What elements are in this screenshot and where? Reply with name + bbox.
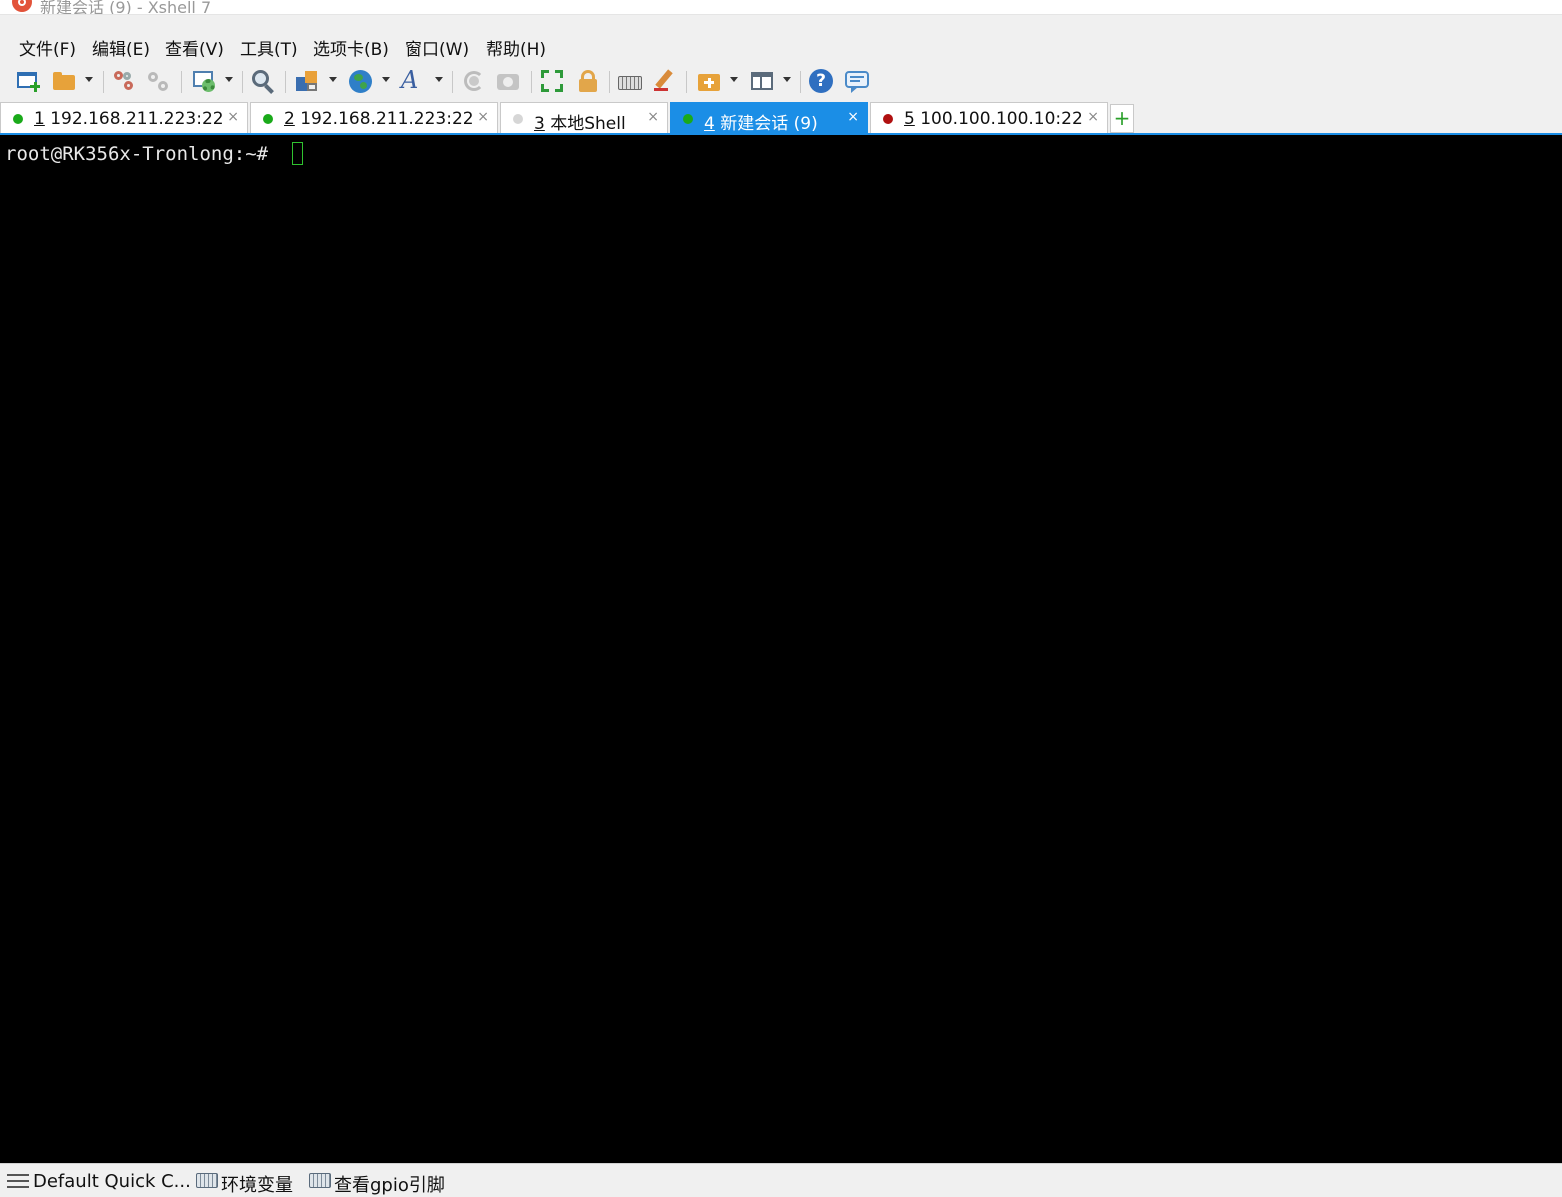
- font-icon[interactable]: A: [401, 66, 425, 94]
- menu-tools[interactable]: 工具(T): [240, 35, 298, 60]
- help-icon[interactable]: ?: [809, 69, 833, 93]
- layout-dropdown-icon[interactable]: [783, 77, 791, 82]
- font-dropdown-icon[interactable]: [435, 77, 443, 82]
- keyboard-icon: [309, 1173, 331, 1188]
- menu-file[interactable]: 文件(F): [19, 35, 76, 60]
- new-session-icon[interactable]: [16, 69, 40, 93]
- toolbar-separator: [531, 71, 532, 93]
- menu-bar: 文件(F) 编辑(E) 查看(V) 工具(T) 选项卡(B) 窗口(W) 帮助(…: [0, 15, 1562, 63]
- tab-session-2[interactable]: 2 192.168.211.223:22 ×: [250, 102, 498, 133]
- tab-number: 5: [904, 109, 915, 129]
- quick-command-env-vars[interactable]: 环境变量: [221, 1171, 293, 1197]
- toolbar-separator: [452, 71, 453, 93]
- globe-icon[interactable]: [348, 69, 372, 93]
- menu-edit[interactable]: 编辑(E): [92, 35, 150, 60]
- menu-tabs[interactable]: 选项卡(B): [313, 35, 389, 60]
- disconnected-status-icon: [883, 114, 893, 124]
- transfer-icon[interactable]: [295, 69, 319, 93]
- lock-icon[interactable]: [576, 69, 600, 93]
- screenshot-icon[interactable]: [496, 69, 520, 93]
- open-folder-icon[interactable]: [52, 69, 76, 93]
- tab-session-3[interactable]: 3 本地Shell ×: [500, 102, 668, 134]
- connect-icon[interactable]: [112, 69, 136, 93]
- reconnect-icon[interactable]: [462, 69, 486, 93]
- quick-command-gpio[interactable]: 查看gpio引脚: [334, 1171, 445, 1197]
- find-icon[interactable]: [251, 69, 275, 94]
- keyboard-icon: [196, 1173, 218, 1188]
- title-bar: 新建会话 (9) - Xshell 7: [0, 0, 1562, 15]
- tab-number: 2: [284, 109, 295, 129]
- menu-view[interactable]: 查看(V): [165, 35, 224, 60]
- tab-bar: 1 192.168.211.223:22 × 2 192.168.211.223…: [0, 101, 1562, 135]
- close-icon[interactable]: ×: [847, 109, 859, 125]
- transfer-dropdown-icon[interactable]: [329, 77, 337, 82]
- quick-command-bar: Default Quick C... 环境变量 查看gpio引脚: [0, 1163, 1562, 1197]
- chat-icon[interactable]: [845, 69, 869, 93]
- terminal-prompt: root@RK356x-Tronlong:~#: [5, 143, 280, 165]
- tab-label: 192.168.211.223:22: [300, 109, 474, 129]
- highlight-icon[interactable]: [653, 69, 677, 93]
- local-status-icon: [513, 114, 523, 124]
- tab-session-5[interactable]: 5 100.100.100.10:22 ×: [870, 102, 1108, 133]
- close-icon[interactable]: ×: [1087, 109, 1099, 125]
- window-title: 新建会话 (9) - Xshell 7: [40, 0, 212, 15]
- layout-icon[interactable]: [750, 69, 774, 93]
- properties-dropdown-icon[interactable]: [225, 77, 233, 82]
- globe-dropdown-icon[interactable]: [382, 77, 390, 82]
- add-tab-icon[interactable]: +: [1110, 104, 1134, 133]
- open-dropdown-icon[interactable]: [85, 77, 93, 82]
- tab-label: 192.168.211.223:22: [50, 109, 224, 129]
- tab-session-1[interactable]: 1 192.168.211.223:22 ×: [0, 102, 248, 133]
- add-session-dropdown-icon[interactable]: [730, 77, 738, 82]
- terminal-cursor: [292, 142, 303, 165]
- close-icon[interactable]: ×: [647, 109, 659, 125]
- connected-status-icon: [683, 114, 693, 124]
- quick-command-group[interactable]: Default Quick C...: [33, 1171, 191, 1192]
- close-icon[interactable]: ×: [227, 109, 239, 125]
- close-icon[interactable]: ×: [477, 109, 489, 125]
- connected-status-icon: [263, 114, 273, 124]
- add-to-session-icon[interactable]: [697, 69, 721, 93]
- tab-number: 4: [704, 114, 715, 134]
- xshell-logo-icon: [12, 0, 32, 12]
- tab-number: 3: [534, 114, 545, 134]
- menu-help[interactable]: 帮助(H): [486, 35, 546, 60]
- disconnect-icon[interactable]: [146, 69, 170, 93]
- keyboard-icon[interactable]: [617, 69, 642, 93]
- tab-label: 本地Shell: [550, 114, 626, 134]
- tab-number: 1: [34, 109, 45, 129]
- toolbar-separator: [686, 71, 687, 93]
- quick-command-menu-icon[interactable]: [7, 1174, 29, 1189]
- tab-label: 100.100.100.10:22: [920, 109, 1083, 129]
- connected-status-icon: [13, 114, 23, 124]
- terminal-area[interactable]: root@RK356x-Tronlong:~#: [0, 135, 1562, 1163]
- toolbar-separator: [285, 71, 286, 93]
- toolbar: A ?: [0, 63, 1562, 101]
- fullscreen-icon[interactable]: [540, 69, 564, 93]
- toolbar-separator: [103, 71, 104, 93]
- menu-window[interactable]: 窗口(W): [405, 35, 469, 60]
- toolbar-separator: [609, 71, 610, 93]
- tab-session-4[interactable]: 4 新建会话 (9) ×: [670, 102, 868, 134]
- properties-icon[interactable]: [192, 69, 216, 93]
- toolbar-separator: [800, 71, 801, 93]
- toolbar-separator: [242, 71, 243, 93]
- tab-label: 新建会话 (9): [720, 114, 818, 134]
- toolbar-separator: [181, 71, 182, 93]
